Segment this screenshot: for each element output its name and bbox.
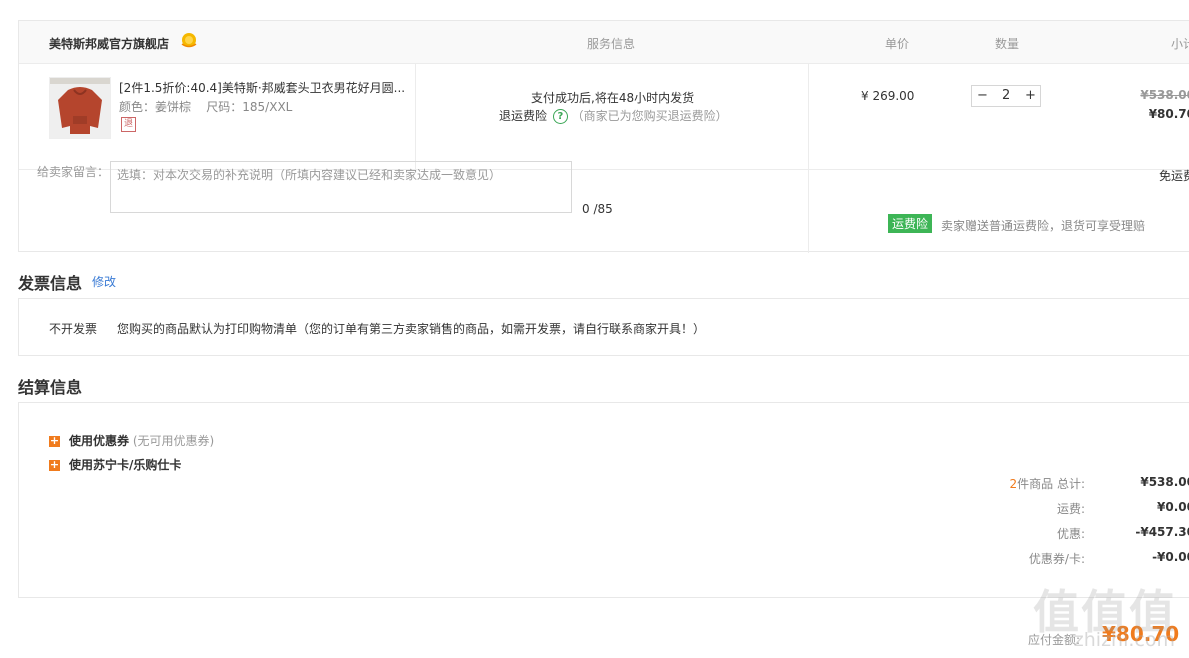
column-unit-price: 单价 [885,37,910,51]
summary-coupon-card-value: -¥0.00 [1152,550,1189,564]
summary-discount-label: 优惠: [1056,527,1085,541]
site-watermark-url: zhizhi.com [1073,629,1175,651]
increase-quantity-button[interactable]: + [1025,88,1036,103]
invoice-type: 不开发票 [49,322,98,336]
coupon-label: 使用优惠券 [69,434,130,448]
seller-memo-label: 给卖家留言： [37,165,110,179]
decrease-quantity-button[interactable]: − [977,88,988,103]
shipping-insurance-badge: 运费险 [888,214,933,233]
item-subtotal: ¥80.70 [1148,107,1189,121]
order-table-header: 美特斯邦威官方旗舰店 服务信息 单价 数量 小计 [19,21,1189,64]
shop-badge-icon [181,33,197,48]
product-size: 尺码：185/XXL [206,100,293,114]
seller-memo-input[interactable]: 选填：对本次交易的补充说明（所填内容建议已经和卖家达成一致意见） [110,161,572,213]
column-divider [415,63,416,169]
unit-price: ¥ 269.00 [861,89,915,103]
summary-coupon-card-label: 优惠券/卡: [1028,552,1085,566]
return-insurance-line: 退运费险 ? （商家已为您购买退运费险） [499,107,728,124]
column-subtotal: 小计 [1170,37,1189,51]
hoodie-image [50,78,110,138]
order-table: 美特斯邦威官方旗舰店 服务信息 单价 数量 小计 [2件1.5折价:40.4]美… [18,20,1189,253]
invoice-panel: 不开发票 您购买的商品默认为打印购物清单（您的订单有第三方卖家销售的商品，如需开… [18,298,1189,356]
product-color: 颜色：姜饼棕 [119,100,192,114]
free-shipping-label: 免运费 [1158,169,1189,183]
card-toggle[interactable]: + 使用苏宁卡/乐购仕卡 [49,456,181,473]
shop-name[interactable]: 美特斯邦威官方旗舰店 [49,35,169,52]
summary-discount-value: -¥457.30 [1135,525,1189,539]
product-specs: 颜色：姜饼棕 尺码：185/XXL [119,98,292,115]
expand-plus-icon: + [49,434,60,447]
product-title[interactable]: [2件1.5折价:40.4]美特斯·邦威套头卫衣男花好月圆... [119,79,409,96]
settlement-panel: + 使用优惠券 (无可用优惠券) + 使用苏宁卡/乐购仕卡 2件商品 总计: ¥53… [18,402,1189,598]
summary-shipping-label: 运费: [1056,502,1085,516]
return-insurance-note: （商家已为您购买退运费险） [571,109,728,123]
summary-total-label: 2件商品 总计: [1009,477,1086,491]
order-item-row: [2件1.5折价:40.4]美特斯·邦威套头卫衣男花好月圆... 颜色：姜饼棕 … [19,63,1189,170]
quantity-input[interactable]: 2 [1002,88,1010,103]
expand-plus-icon: + [49,458,60,471]
help-icon[interactable]: ? [552,109,568,124]
item-count: 2 [1009,477,1018,491]
return-insurance-label: 退运费险 [499,109,548,123]
delivery-promise: 支付成功后,将在48小时内发货 [531,91,695,105]
invoice-section-title: 发票信息 [18,274,83,293]
card-label: 使用苏宁卡/乐购仕卡 [69,458,182,472]
coupon-toggle[interactable]: + 使用优惠券 (无可用优惠券) [49,432,214,449]
invoice-note: 您购买的商品默认为打印购物清单（您的订单有第三方卖家销售的商品，如需开发票，请自… [117,322,706,336]
summary-shipping-value: ¥0.00 [1157,500,1189,514]
column-divider [808,63,809,169]
refund-tag: 退 [121,117,136,132]
column-service: 服务信息 [587,37,636,51]
column-divider [808,169,809,253]
memo-char-count: 0 /85 [582,202,613,216]
invoice-edit-link[interactable]: 修改 [92,273,116,290]
column-quantity: 数量 [995,37,1020,51]
coupon-note: (无可用优惠券) [132,434,215,448]
quantity-stepper: − 2 + [971,85,1041,107]
settlement-section-title: 结算信息 [18,378,83,397]
price-summary: 2件商品 总计: ¥538.00 运费: ¥0.00 优惠: -¥457.30 … [965,475,1189,575]
product-thumbnail[interactable] [49,77,111,139]
shipping-insurance-text: 卖家赠送普通运费险，退货可享受理赔 [941,219,1146,233]
original-subtotal: ¥538.00 [1140,88,1189,102]
summary-total-value: ¥538.00 [1140,475,1189,489]
